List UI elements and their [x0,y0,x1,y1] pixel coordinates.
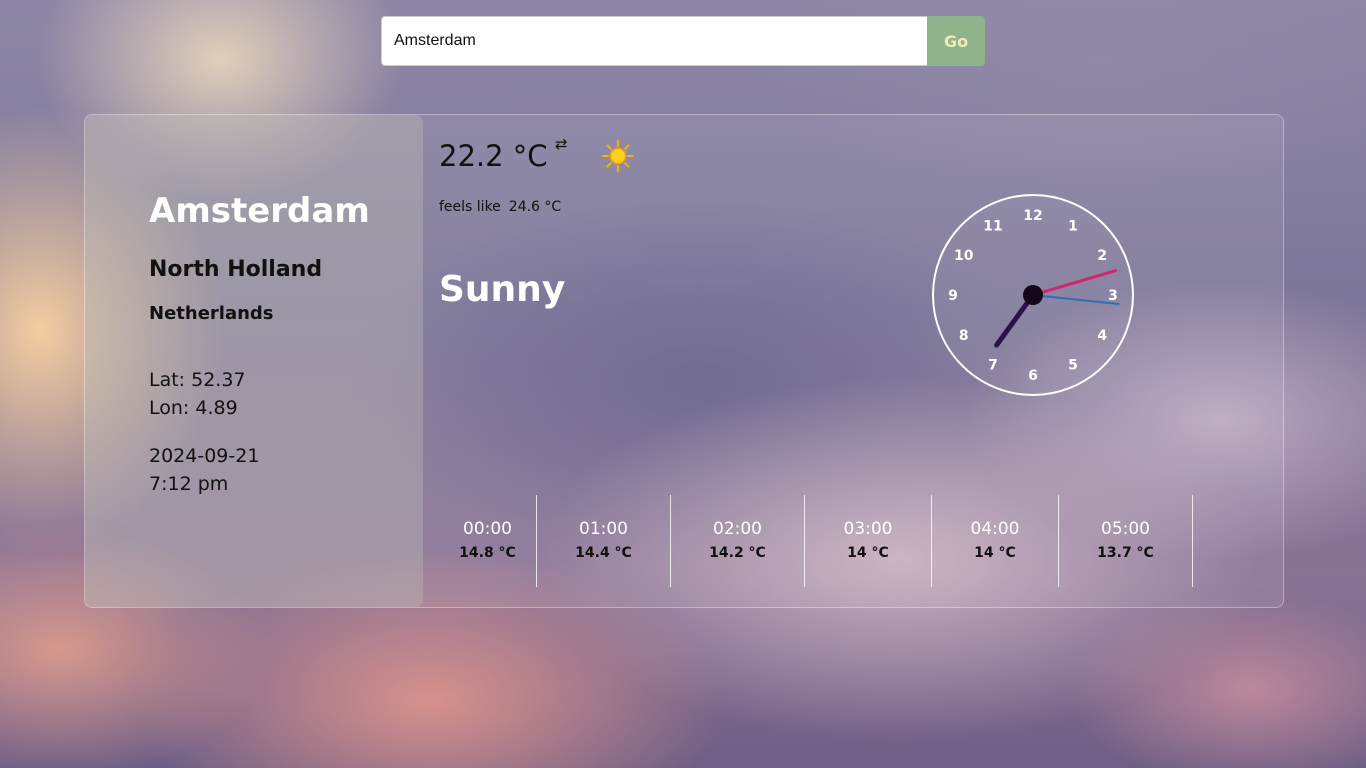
city-name: Amsterdam [149,191,370,231]
region-name: North Holland [149,257,323,282]
hourly-item: 01:00 14.4 °C [537,495,671,587]
hourly-item: 02:00 14.2 °C [671,495,805,587]
clock-number: 4 [1097,328,1107,344]
feels-like-label: feels like [439,199,501,215]
country-name: Netherlands [149,303,274,324]
clock-number: 6 [1028,368,1038,384]
hourly-temp: 14.8 °C [459,545,516,561]
hourly-time: 00:00 [463,519,512,539]
search-bar: Go [381,16,985,66]
clock-number: 10 [954,248,974,264]
latitude: Lat: 52.37 [149,369,246,391]
hourly-item: 03:00 14 °C [805,495,932,587]
weather-condition: Sunny [439,269,566,310]
clock-number: 12 [1023,208,1042,224]
hourly-item: 04:00 14 °C [932,495,1059,587]
clock-center-pin [1023,285,1043,305]
hourly-time: 03:00 [843,519,893,539]
clock-number: 11 [983,219,1002,235]
hourly-item: 00:00 14.8 °C [439,495,537,587]
feels-like-value: 24.6 °C [508,199,562,215]
clock-number: 8 [959,328,969,344]
longitude: Lon: 4.89 [149,397,238,419]
clock-number: 5 [1068,357,1078,373]
clock-number: 2 [1097,248,1107,264]
local-time: 7:12 pm [149,473,229,495]
hourly-temp: 14 °C [847,545,889,561]
sun-icon [602,140,634,172]
hourly-time: 02:00 [713,519,762,539]
feels-like: feels like 24.6 °C [439,199,569,215]
hourly-forecast: 00:00 14.8 °C 01:00 14.4 °C 02:00 14.2 °… [439,495,1229,587]
hourly-temp: 14.4 °C [575,545,632,561]
weather-card: Amsterdam North Holland Netherlands Lat:… [84,114,1284,608]
hourly-time: 05:00 [1101,519,1150,539]
hourly-temp: 14.2 °C [709,545,766,561]
hourly-item: 05:00 13.7 °C [1059,495,1193,587]
hourly-temp: 14 °C [974,545,1016,561]
location-panel: Amsterdam North Holland Netherlands Lat:… [85,115,423,607]
search-input[interactable] [381,16,927,66]
go-button[interactable]: Go [927,16,985,66]
current-temperature: 22.2 °C [439,139,548,173]
clock-number: 1 [1068,219,1078,235]
clock-number: 7 [988,357,998,373]
hourly-time: 01:00 [579,519,628,539]
clock-number: 3 [1108,288,1118,304]
hourly-temp: 13.7 °C [1097,545,1154,561]
local-date: 2024-09-21 [149,445,260,467]
analog-clock: 121234567891011 [932,194,1134,396]
hourly-time: 04:00 [970,519,1020,539]
clock-number: 9 [948,288,958,304]
unit-toggle-icon[interactable]: ⇄ [555,135,568,153]
